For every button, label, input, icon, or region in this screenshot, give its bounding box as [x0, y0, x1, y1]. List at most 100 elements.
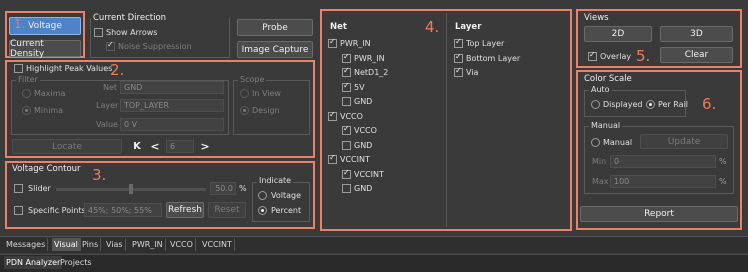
- marker-6: 6.: [702, 95, 717, 113]
- probe-label: Probe: [262, 22, 288, 33]
- displayed-radio[interactable]: [591, 100, 600, 109]
- net-checkbox[interactable]: [328, 37, 337, 48]
- specific-points-checkbox[interactable]: [14, 206, 23, 215]
- update-button[interactable]: Update: [640, 134, 728, 149]
- net-checkbox[interactable]: [342, 52, 351, 63]
- layer-checkbox[interactable]: [454, 52, 463, 63]
- marker-1: 1.: [14, 17, 26, 31]
- value-filter-field[interactable]: 0 V: [120, 118, 224, 131]
- clear-button[interactable]: Clear: [660, 47, 733, 63]
- marker-5: 5.: [636, 47, 651, 65]
- min-value: 0: [614, 157, 620, 166]
- nav-next-button[interactable]: >: [198, 139, 212, 154]
- layer-checkbox[interactable]: [454, 66, 463, 77]
- specific-points-label: Specific Points: [28, 206, 86, 215]
- slider-value-field[interactable]: 50.0: [210, 182, 236, 195]
- net-item-label: GND: [354, 184, 373, 193]
- net-checkbox[interactable]: [342, 184, 351, 193]
- specific-points-field[interactable]: 45%; 50%; 55%: [84, 203, 162, 217]
- noise-suppression-checkbox[interactable]: [106, 40, 115, 51]
- voltage-button-label: Voltage: [28, 21, 62, 31]
- tab-visual[interactable]: Visual: [52, 238, 81, 251]
- layer-item-label: Top Layer: [466, 39, 505, 48]
- net-filter-value: GND: [124, 83, 143, 92]
- refresh-button[interactable]: Refresh: [166, 202, 204, 218]
- locate-button[interactable]: Locate: [12, 139, 122, 154]
- net-checkbox[interactable]: [342, 124, 351, 135]
- probe-button[interactable]: Probe: [237, 19, 313, 36]
- show-arrows-checkbox[interactable]: [94, 28, 103, 37]
- net-checkbox[interactable]: [342, 97, 351, 106]
- scope-title: Scope: [238, 75, 267, 84]
- net-filter-field[interactable]: GND: [120, 81, 224, 94]
- overlay-checkbox[interactable]: [588, 50, 597, 61]
- tab-pwr-in[interactable]: PWR_IN: [130, 238, 166, 251]
- layer-filter-field[interactable]: TOP_LAYER: [120, 99, 224, 112]
- tab-messages[interactable]: Messages: [4, 238, 49, 251]
- highlight-peak-checkbox[interactable]: [14, 64, 23, 73]
- net-checkbox[interactable]: [328, 153, 337, 164]
- tab-vccint[interactable]: VCCINT: [200, 238, 235, 251]
- manual-radio[interactable]: [591, 138, 600, 147]
- net-layer-divider: [446, 13, 447, 227]
- image-capture-button[interactable]: Image Capture: [237, 41, 313, 58]
- slider-checkbox[interactable]: [14, 184, 23, 193]
- min-label: Min: [592, 157, 607, 166]
- layer-column-header: Layer: [455, 22, 482, 32]
- net-checkbox[interactable]: [328, 110, 337, 121]
- indicate-group: [252, 182, 310, 222]
- report-button[interactable]: Report: [580, 206, 738, 222]
- locate-label: Locate: [52, 141, 82, 152]
- workspace-tab-projects[interactable]: Projects: [58, 256, 94, 269]
- marker-3: 3.: [92, 166, 107, 184]
- manual-title: Manual: [589, 121, 623, 130]
- reset-button[interactable]: Reset: [208, 202, 246, 218]
- design-radio[interactable]: [240, 106, 249, 115]
- net-checkbox[interactable]: [342, 168, 351, 179]
- current-direction-group: [90, 18, 230, 58]
- slider-value: 50.0: [215, 184, 233, 193]
- tab-pins[interactable]: Pins: [80, 238, 102, 251]
- in-view-radio[interactable]: [240, 89, 249, 98]
- layer-checkbox[interactable]: [454, 37, 463, 48]
- net-checkbox[interactable]: [342, 66, 351, 77]
- refresh-label: Refresh: [168, 205, 202, 215]
- slider-unit: %: [239, 184, 247, 193]
- nav-prev-button[interactable]: <: [148, 139, 162, 154]
- max-value: 100: [614, 177, 630, 186]
- min-field[interactable]: 0: [610, 155, 716, 168]
- indicate-title: Indicate: [257, 176, 294, 185]
- view-2d-button[interactable]: 2D: [584, 26, 652, 42]
- nav-index-field[interactable]: 6: [166, 140, 194, 153]
- contour-slider-thumb[interactable]: [129, 184, 133, 194]
- nav-first-button[interactable]: K: [130, 139, 144, 154]
- net-item-label: 5V: [354, 83, 365, 92]
- bottom-tab-strip: [0, 254, 748, 272]
- current-density-button[interactable]: Current Density: [9, 38, 81, 59]
- net-item-label: VCCINT: [354, 170, 384, 179]
- update-label: Update: [667, 136, 701, 147]
- voltage-contour-title: Voltage Contour: [12, 164, 81, 174]
- tab-vcco[interactable]: VCCO: [168, 238, 196, 251]
- indicate-percent-radio[interactable]: [258, 206, 267, 215]
- max-field[interactable]: 100: [610, 175, 716, 188]
- nav-prev-icon: <: [150, 140, 160, 153]
- view-3d-button[interactable]: 3D: [660, 26, 733, 42]
- net-checkbox[interactable]: [342, 141, 351, 150]
- per-rail-radio[interactable]: [646, 100, 655, 109]
- net-checkbox[interactable]: [342, 81, 351, 92]
- nav-next-icon: >: [200, 140, 210, 153]
- displayed-label: Displayed: [603, 100, 643, 109]
- layer-filter-value: TOP_LAYER: [124, 101, 169, 110]
- indicate-voltage-radio[interactable]: [258, 191, 267, 200]
- workspace-tab-pdn-analyzer[interactable]: PDN Analyzer: [4, 256, 63, 269]
- overlay-label: Overlay: [600, 52, 632, 61]
- image-capture-label: Image Capture: [241, 44, 309, 55]
- current-density-label: Current Density: [10, 38, 45, 59]
- minima-radio[interactable]: [22, 106, 31, 115]
- slider-label: Slider: [28, 184, 51, 193]
- net-item-label: VCCINT: [340, 155, 370, 164]
- maxima-radio[interactable]: [22, 89, 31, 98]
- manual-label: Manual: [603, 138, 633, 147]
- tab-vias[interactable]: Vias: [104, 238, 126, 251]
